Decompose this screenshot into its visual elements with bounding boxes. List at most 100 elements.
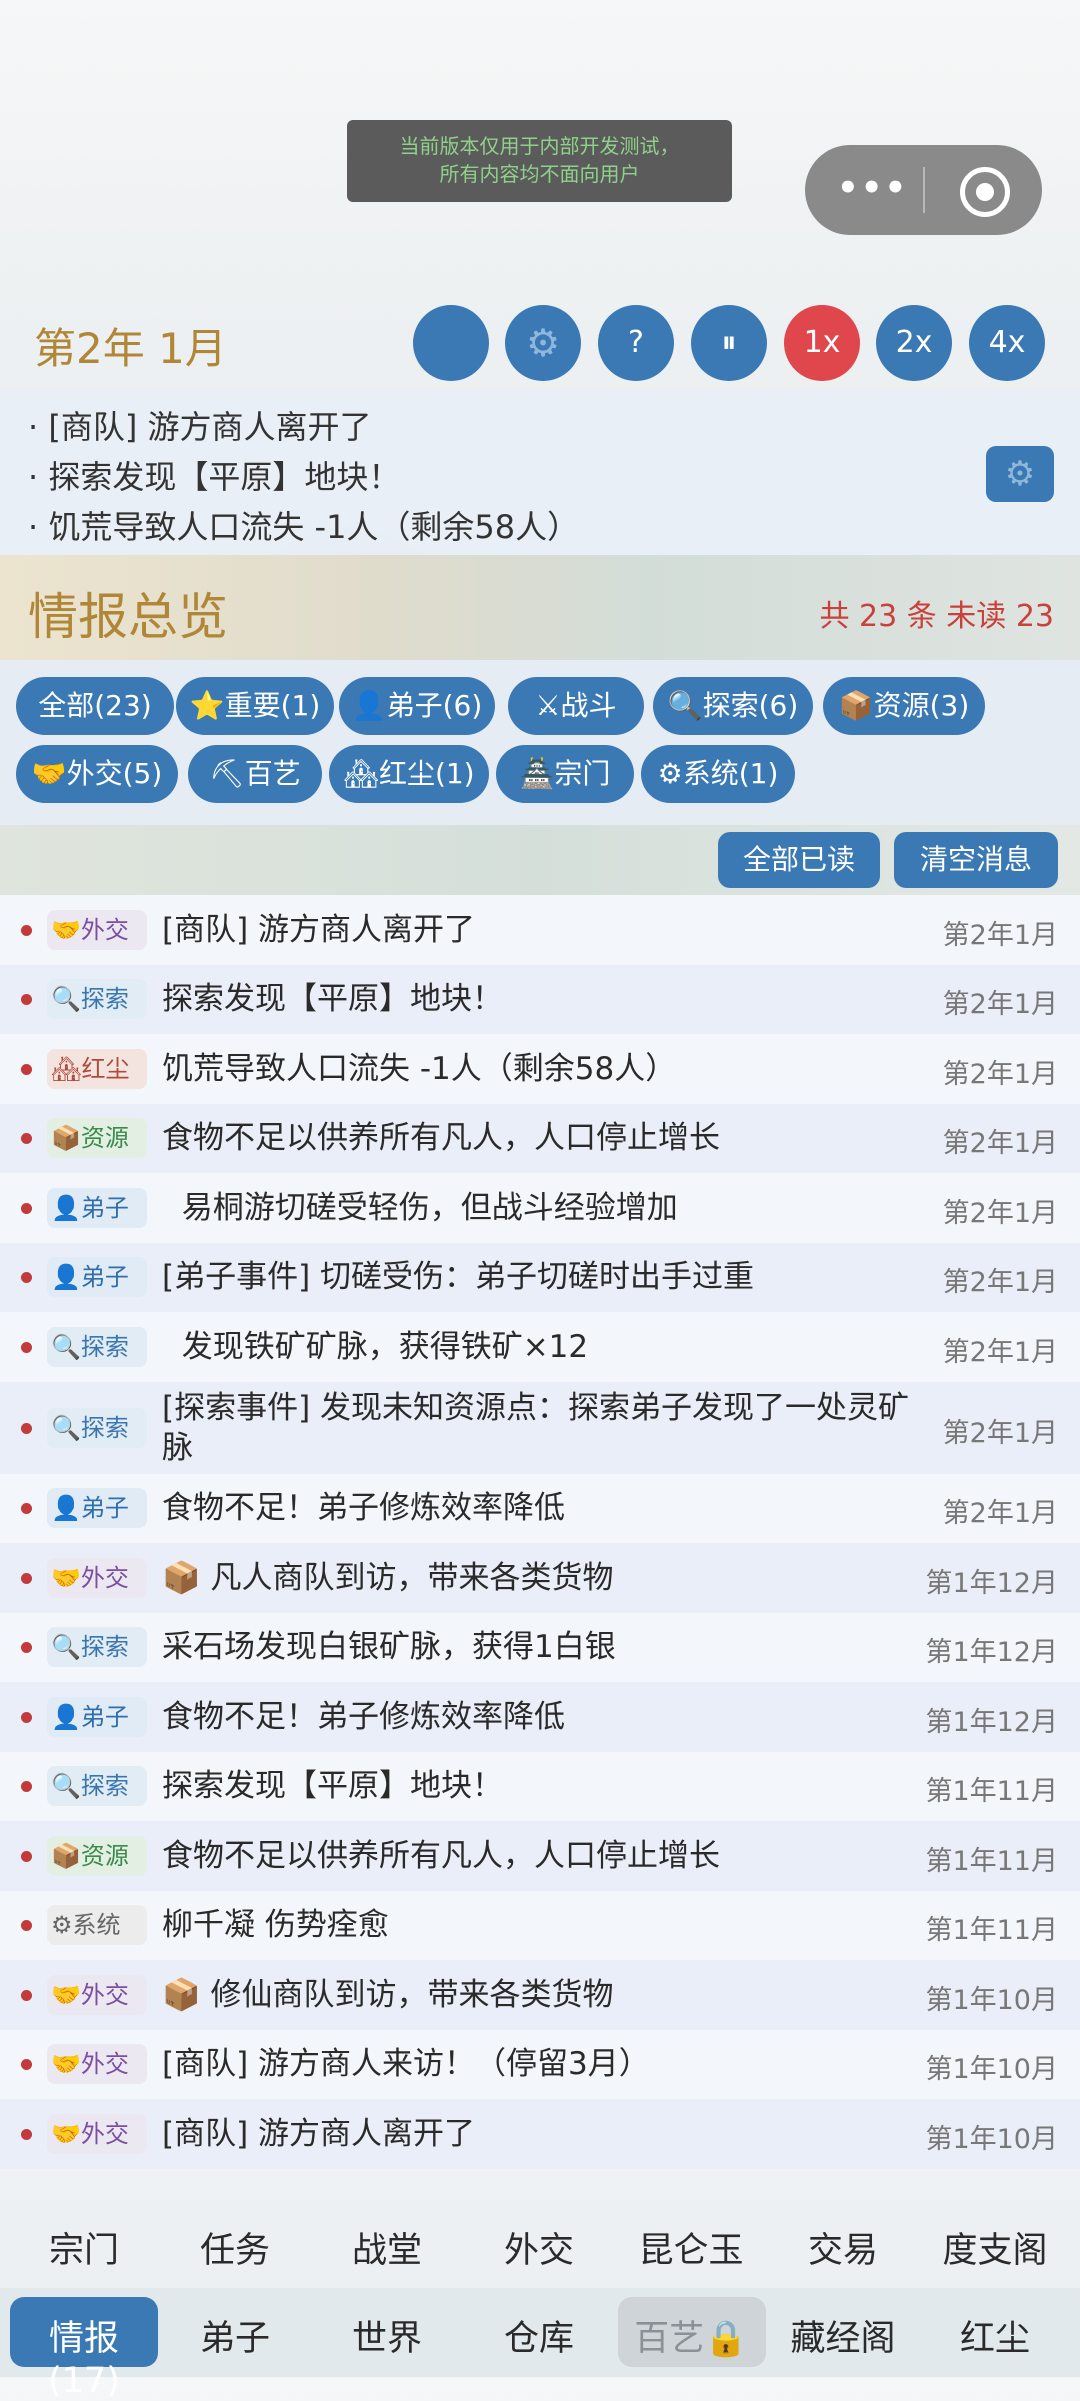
nav-disciples[interactable]: 弟子 — [165, 2310, 305, 2361]
log-settings-gear-icon[interactable]: ⚙ — [986, 446, 1054, 502]
message-time: 第1年11月 — [925, 1915, 1058, 1947]
nav-scripture-pavilion[interactable]: 藏经阁 — [773, 2310, 913, 2361]
list-item[interactable]: ⚙系统 柳千凝 伤势痊愈 第1年11月 — [0, 1890, 1080, 1960]
list-item[interactable]: 🤝外交 [商队] 游方商人离开了 第2年1月 — [0, 895, 1080, 965]
nav-intel[interactable]: 情报(17) — [14, 2310, 154, 2401]
message-time: 第2年1月 — [942, 1498, 1058, 1530]
list-item[interactable]: 🤝外交 [商队] 游方商人来访！（停留3月） 第1年10月 — [0, 2029, 1080, 2099]
dev-notice-line2: 所有内容均不面向用户 — [439, 162, 640, 186]
list-item[interactable]: 🤝外交 [商队] 游方商人离开了 第1年10月 — [0, 2099, 1080, 2169]
message-text: 📦 凡人商队到访，带来各类货物 — [162, 1559, 614, 1596]
unread-dot-icon — [21, 1503, 32, 1515]
unread-dot-icon — [21, 1133, 32, 1145]
filter-chip-mortal-world[interactable]: 🏘红尘(1) — [329, 745, 489, 803]
list-item[interactable]: 🔍探索 [探索事件] 发现未知资源点：探索弟子发现了一处灵矿脉 第2年1月 — [0, 1381, 1080, 1474]
list-item[interactable]: 📦资源 食物不足以供养所有凡人，人口停止增长 第2年1月 — [0, 1103, 1080, 1173]
message-text: 探索发现【平原】地块！ — [162, 1768, 503, 1805]
message-time: 第2年1月 — [942, 1267, 1058, 1299]
unread-dot-icon — [21, 1781, 32, 1793]
category-tag: 🔍探索 — [47, 1407, 147, 1448]
message-time: 第2年1月 — [942, 1336, 1058, 1368]
list-item[interactable]: 👤弟子 食物不足！弟子修炼效率降低 第2年1月 — [0, 1473, 1080, 1543]
message-time: 第1年12月 — [925, 1637, 1058, 1669]
nav-crafts-locked[interactable]: 百艺🔒 — [621, 2310, 761, 2361]
nav-warehouse[interactable]: 仓库 — [469, 2310, 609, 2361]
message-text: 探索发现【平原】地块！ — [162, 981, 503, 1018]
message-text: [探索事件] 发现未知资源点：探索弟子发现了一处灵矿脉 — [162, 1389, 910, 1466]
list-item[interactable]: 📦资源 食物不足以供养所有凡人，人口停止增长 第1年11月 — [0, 1821, 1080, 1891]
capsule-divider — [923, 167, 925, 213]
unread-dot-icon — [21, 1341, 32, 1353]
filter-chip-all[interactable]: 全部(23) — [16, 677, 174, 735]
more-icon[interactable]: ••• — [837, 171, 908, 205]
pause-button[interactable]: ⏸ — [691, 305, 767, 381]
message-time: 第1年10月 — [925, 1984, 1058, 2016]
filter-chip-disciples[interactable]: 👤弟子(6) — [339, 677, 495, 735]
list-item[interactable]: 🏘红尘 饥荒导致人口流失 -1人（剩余58人） 第2年1月 — [0, 1034, 1080, 1104]
message-time: 第2年1月 — [942, 1197, 1058, 1229]
message-text: 柳千凝 伤势痊愈 — [162, 1907, 389, 1944]
category-tag: 👤弟子 — [47, 1696, 147, 1737]
list-item[interactable]: 🔍探索 发现铁矿矿脉，获得铁矿×12 第2年1月 — [0, 1312, 1080, 1382]
message-time: 第1年10月 — [925, 2123, 1058, 2155]
unread-dot-icon — [21, 994, 32, 1006]
nav-battle-hall[interactable]: 战堂 — [317, 2222, 457, 2273]
list-item[interactable]: 🔍探索 探索发现【平原】地块！ 第2年1月 — [0, 964, 1080, 1034]
overview-count: 共 23 条 未读 23 — [819, 599, 1055, 634]
nav-treasury[interactable]: 度支阁 — [925, 2222, 1065, 2273]
message-time: 第1年11月 — [925, 1845, 1058, 1877]
nav-mortal-world[interactable]: 红尘 — [925, 2310, 1065, 2361]
close-target-icon[interactable] — [960, 167, 1010, 217]
category-tag: 🤝外交 — [47, 2113, 147, 2154]
list-item[interactable]: 🤝外交 📦 修仙商队到访，带来各类货物 第1年10月 — [0, 1960, 1080, 2030]
category-tag: 🤝外交 — [47, 909, 147, 950]
list-item[interactable]: 🔍探索 采石场发现白银矿脉，获得1白银 第1年12月 — [0, 1612, 1080, 1682]
speed-1x-button[interactable]: 1x — [784, 305, 860, 381]
filter-chip-sect[interactable]: 🏯宗门 — [496, 745, 634, 803]
list-item[interactable]: 👤弟子 易桐游切磋受轻伤，但战斗经验增加 第2年1月 — [0, 1173, 1080, 1243]
recent-log-line: · 探索发现【平原】地块！ — [28, 458, 401, 496]
filter-chip-battle[interactable]: ⚔战斗 — [508, 677, 644, 735]
list-item[interactable]: 👤弟子 食物不足！弟子修炼效率降低 第1年12月 — [0, 1682, 1080, 1752]
speed-2x-button[interactable]: 2x — [876, 305, 952, 381]
recent-log-line: · 饥荒导致人口流失 -1人（剩余58人） — [28, 508, 580, 546]
message-time: 第1年11月 — [925, 1776, 1058, 1808]
info-button[interactable] — [413, 305, 489, 381]
filter-chip-resources[interactable]: 📦资源(3) — [823, 677, 985, 735]
clear-messages-button[interactable]: 清空消息 — [894, 832, 1058, 888]
overview-header: 情报总览 共 23 条 未读 23 — [0, 555, 1080, 660]
message-time: 第2年1月 — [942, 919, 1058, 951]
list-item[interactable]: 🔍探索 探索发现【平原】地块！ 第1年11月 — [0, 1751, 1080, 1821]
nav-diplomacy[interactable]: 外交 — [469, 2222, 609, 2273]
category-tag: 🔍探索 — [47, 1766, 147, 1807]
recent-log-panel: · [商队] 游方商人离开了 · 探索发现【平原】地块！ · 饥荒导致人口流失 … — [0, 390, 1080, 555]
nav-trade[interactable]: 交易 — [773, 2222, 913, 2273]
filter-chip-important[interactable]: ⭐重要(1) — [176, 677, 334, 735]
unread-dot-icon — [21, 1202, 32, 1214]
nav-sect[interactable]: 宗门 — [14, 2222, 154, 2273]
category-tag: 🔍探索 — [47, 1326, 147, 1367]
help-button[interactable]: ? — [598, 305, 674, 381]
list-item[interactable]: 🤝外交 📦 凡人商队到访，带来各类货物 第1年12月 — [0, 1543, 1080, 1613]
miniprogram-capsule: ••• — [805, 145, 1042, 235]
settings-button[interactable]: ⚙ — [505, 305, 581, 381]
list-item[interactable]: 👤弟子 [弟子事件] 切磋受伤：弟子切磋时出手过重 第2年1月 — [0, 1242, 1080, 1312]
message-text: [商队] 游方商人离开了 — [162, 911, 476, 948]
category-tag: 🔍探索 — [47, 1627, 147, 1668]
speed-4x-button[interactable]: 4x — [969, 305, 1045, 381]
mark-all-read-button[interactable]: 全部已读 — [718, 832, 880, 888]
filter-chip-explore[interactable]: 🔍探索(6) — [653, 677, 813, 735]
message-time: 第2年1月 — [942, 1058, 1058, 1090]
overview-title: 情报总览 — [28, 588, 228, 646]
message-text: [弟子事件] 切磋受伤：弟子切磋时出手过重 — [162, 1259, 755, 1296]
filter-chip-crafts[interactable]: ⛏百艺 — [188, 745, 322, 803]
nav-kunlun-jade[interactable]: 昆仑玉 — [621, 2222, 761, 2273]
nav-world[interactable]: 世界 — [317, 2310, 457, 2361]
unread-dot-icon — [21, 1989, 32, 2001]
filter-chip-system[interactable]: ⚙系统(1) — [641, 745, 795, 803]
filter-chip-diplomacy[interactable]: 🤝外交(5) — [16, 745, 178, 803]
nav-tasks[interactable]: 任务 — [165, 2222, 305, 2273]
message-text: [商队] 游方商人离开了 — [162, 2115, 476, 2152]
category-tag: 📦资源 — [47, 1118, 147, 1159]
category-tag: 📦资源 — [47, 1835, 147, 1876]
